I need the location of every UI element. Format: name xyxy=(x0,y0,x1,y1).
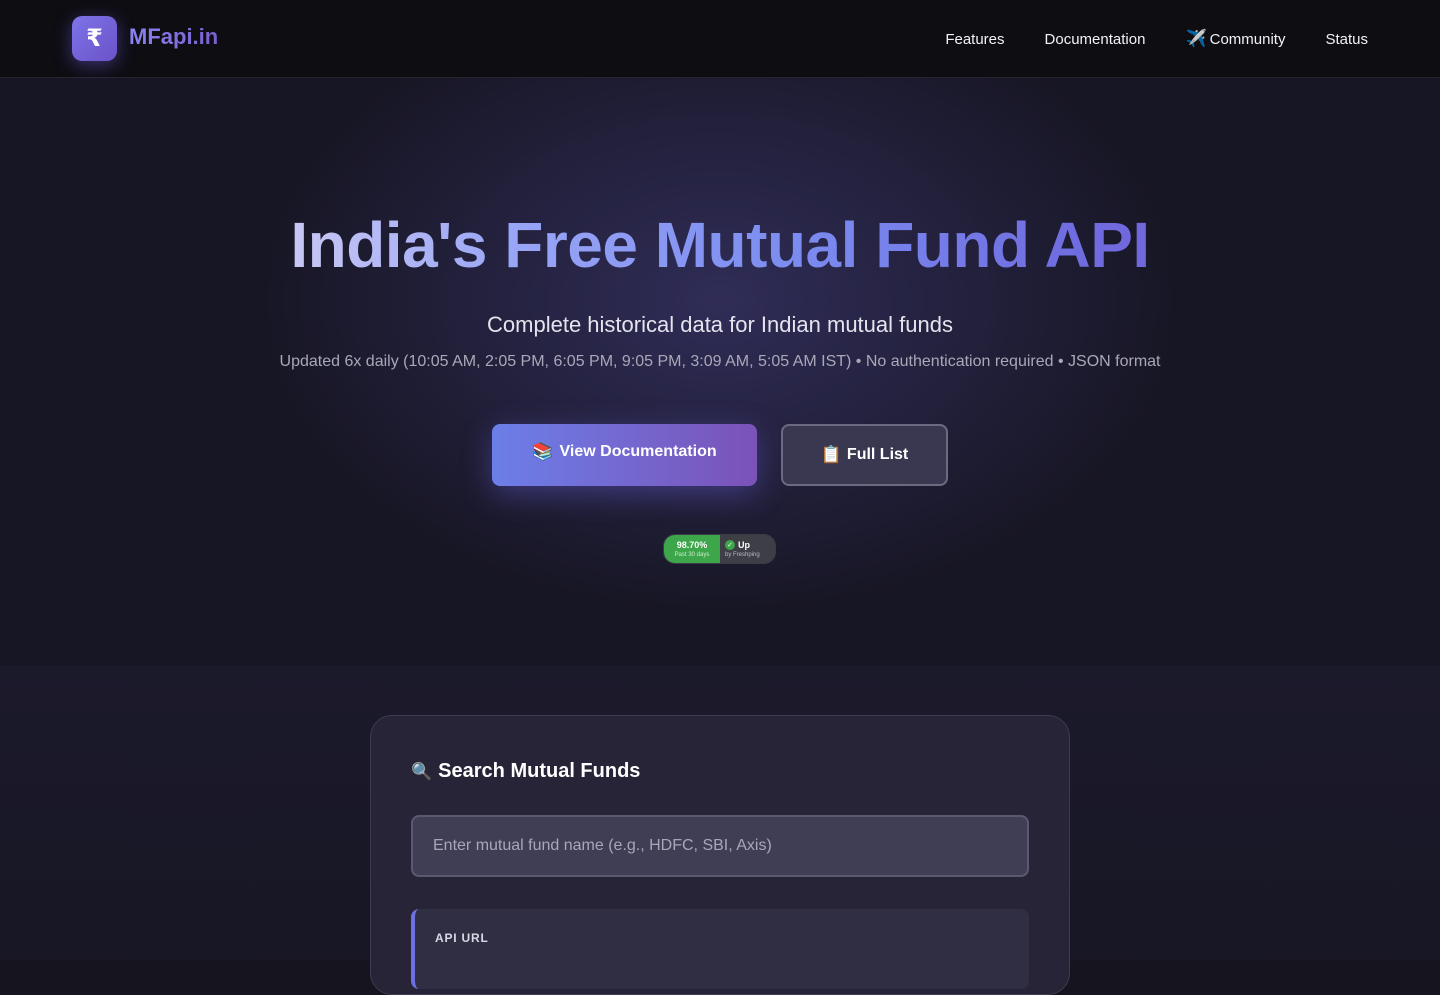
rupee-symbol: ₹ xyxy=(86,25,103,52)
brand-name[interactable]: MFapi.in xyxy=(129,24,218,50)
api-url-label: API URL xyxy=(435,931,489,945)
status-up-icon: ✓ xyxy=(725,540,735,550)
hero-title: India's Free Mutual Fund API xyxy=(0,208,1440,282)
top-navbar: ₹ MFapi.in Features Documentation ✈️ Com… xyxy=(0,0,1440,78)
airplane-icon: ✈️ xyxy=(1185,29,1207,48)
uptime-badge[interactable]: 98.70% Past 30 days ✓ Up by Freshping xyxy=(663,534,776,564)
clipboard-icon: 📋 xyxy=(820,445,842,464)
books-icon: 📚 xyxy=(532,442,554,461)
nav-community-link[interactable]: ✈️ Community xyxy=(1185,29,1285,49)
uptime-percent: 98.70% xyxy=(676,539,708,550)
nav-features-label: Features xyxy=(945,30,1005,48)
magnifier-icon: 🔍 xyxy=(411,761,433,781)
search-card: 🔍 Search Mutual Funds API URL xyxy=(370,715,1070,995)
uptime-status-label: Up xyxy=(738,539,750,550)
uptime-provider: by Freshping xyxy=(725,552,760,558)
nav-features-link[interactable]: Features xyxy=(945,29,1004,49)
nav-status-link[interactable]: Status xyxy=(1325,29,1368,49)
nav-community-label: Community xyxy=(1209,30,1286,48)
logo-rupee-icon[interactable]: ₹ xyxy=(72,16,117,61)
hero-subtitle: Complete historical data for Indian mutu… xyxy=(487,312,953,337)
uptime-period: Past 30 days xyxy=(674,551,710,558)
api-url-box: API URL xyxy=(411,909,1029,989)
fund-search-input[interactable] xyxy=(411,815,1029,877)
nav-documentation-link[interactable]: Documentation xyxy=(1045,29,1146,49)
nav-status-label: Status xyxy=(1325,30,1368,48)
main-nav: Features Documentation ✈️ Community Stat… xyxy=(945,29,1368,49)
uptime-status: ✓ Up xyxy=(725,540,775,550)
full-list-label: Full List xyxy=(846,446,909,463)
uptime-percent-block: 98.70% Past 30 days xyxy=(664,535,720,563)
view-documentation-label: View Documentation xyxy=(559,443,717,460)
search-card-title: 🔍 Search Mutual Funds xyxy=(411,760,640,783)
nav-documentation-label: Documentation xyxy=(1044,30,1146,48)
search-card-title-text: Search Mutual Funds xyxy=(438,760,641,782)
uptime-status-block: ✓ Up by Freshping xyxy=(720,535,775,563)
hero-update-note: Updated 6x daily (10:05 AM, 2:05 PM, 6:0… xyxy=(279,353,1161,370)
view-documentation-button[interactable]: 📚 View Documentation xyxy=(492,424,757,486)
full-list-button[interactable]: 📋 Full List xyxy=(781,424,948,486)
